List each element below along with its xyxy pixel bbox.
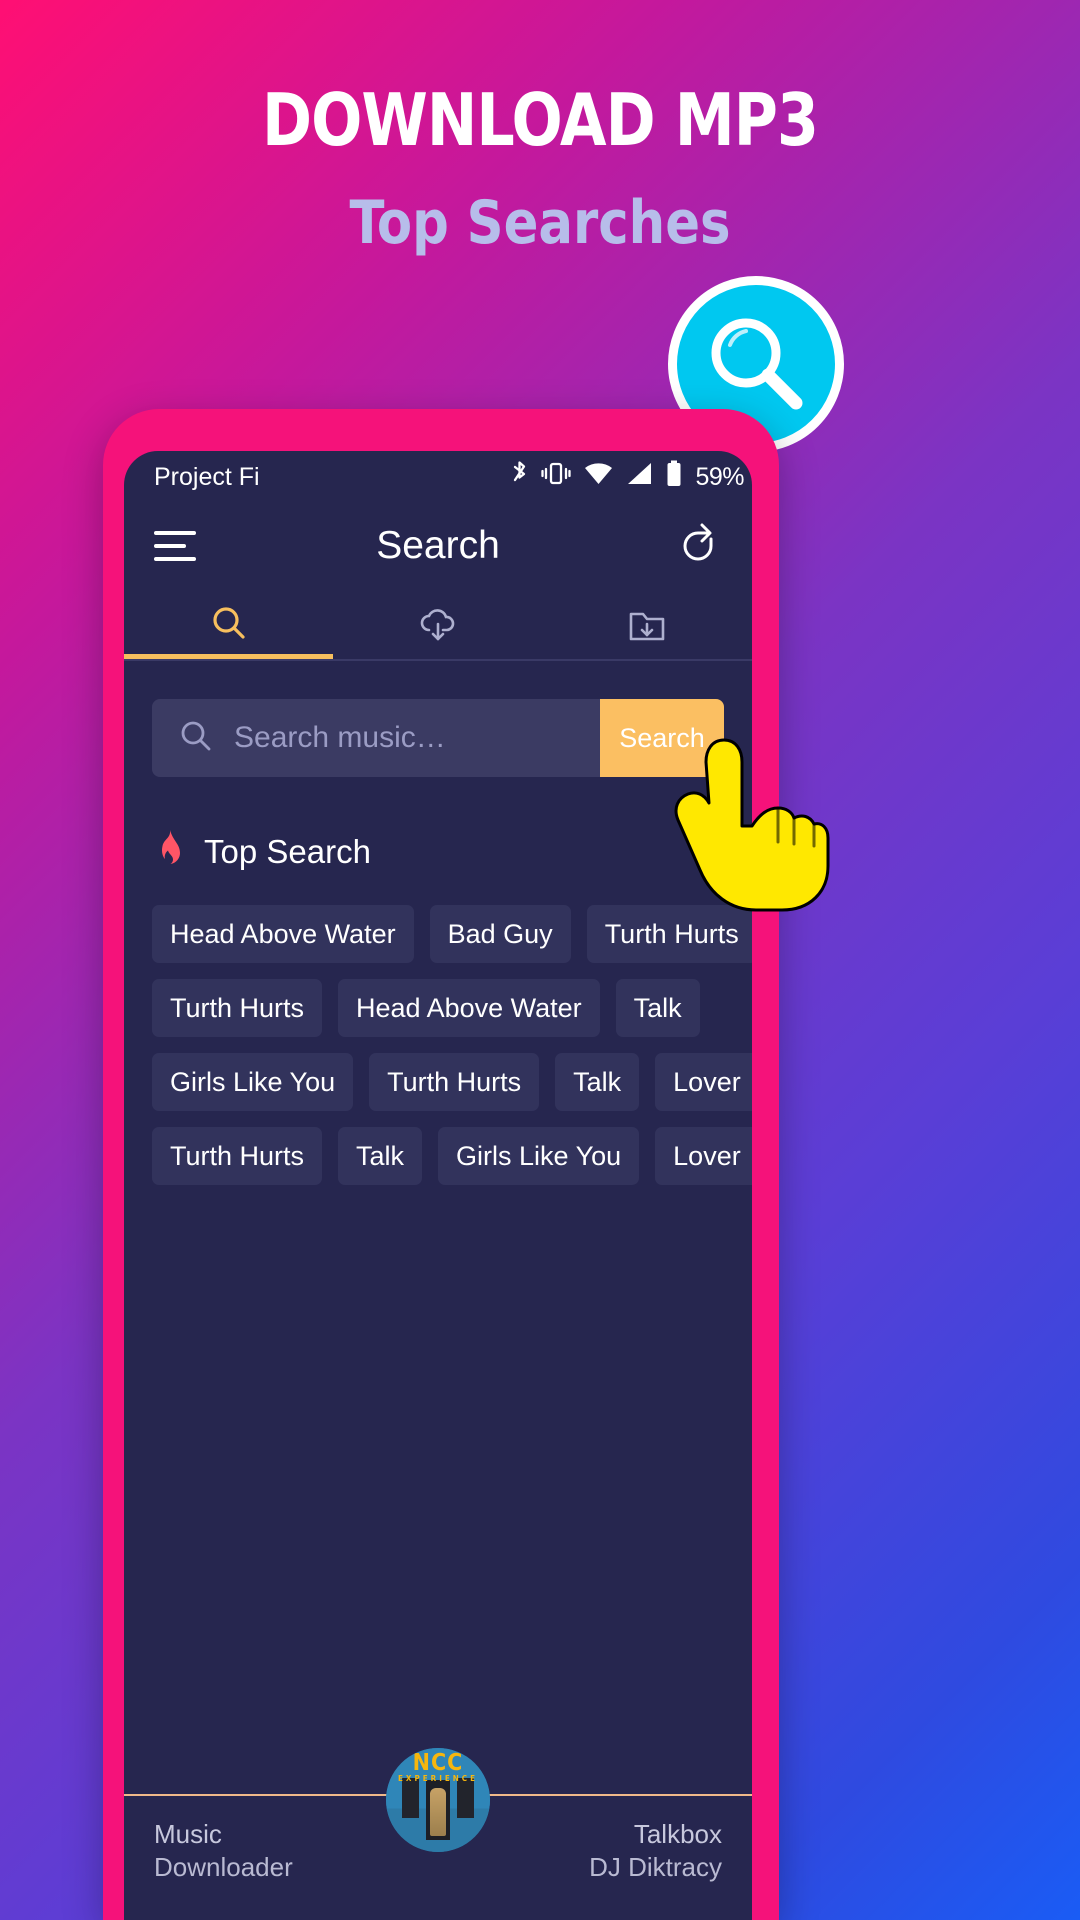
- chip[interactable]: Talk: [338, 1127, 423, 1185]
- battery-percent-label: 59%: [695, 462, 744, 491]
- chip[interactable]: Turth Hurts: [152, 1127, 323, 1185]
- search-row: Search music… Search: [152, 699, 724, 777]
- tab-search[interactable]: [124, 589, 333, 659]
- share-icon[interactable]: [674, 520, 722, 573]
- bluetooth-icon: [511, 460, 528, 494]
- signal-icon: [626, 462, 653, 492]
- tab-downloading[interactable]: [333, 589, 542, 659]
- chip[interactable]: Lover: [655, 1127, 752, 1185]
- carrier-label: Project Fi: [154, 462, 260, 491]
- chip[interactable]: Girls Like You: [152, 1053, 354, 1111]
- page-title: DOWNLOAD MP3: [262, 78, 819, 162]
- chip[interactable]: Lover: [655, 1053, 752, 1111]
- chip-row: Girls Like You Turth Hurts Talk Lover: [152, 1053, 752, 1111]
- flame-icon: [154, 829, 186, 875]
- player-title: Music: [154, 1819, 222, 1849]
- app-bar: Search: [124, 503, 752, 589]
- vibrate-icon: [541, 461, 572, 493]
- chip[interactable]: Turth Hurts: [369, 1053, 540, 1111]
- battery-icon: [666, 460, 682, 494]
- chip[interactable]: Talk: [615, 979, 700, 1037]
- status-bar: Project Fi 59%: [124, 451, 752, 503]
- wifi-icon: [584, 462, 613, 492]
- chip-row: Head Above Water Bad Guy Turth Hurts: [152, 905, 752, 963]
- search-input[interactable]: Search music…: [152, 699, 600, 777]
- chip[interactable]: Bad Guy: [429, 905, 571, 963]
- search-icon: [178, 718, 214, 759]
- app-bar-title: Search: [376, 524, 500, 567]
- page-subtitle: Top Searches: [349, 188, 731, 258]
- top-search-chips: Head Above Water Bad Guy Turth Hurts Tur…: [152, 905, 752, 1185]
- chip-row: Turth Hurts Head Above Water Talk: [152, 979, 724, 1037]
- chip[interactable]: Girls Like You: [438, 1127, 640, 1185]
- tab-downloaded[interactable]: [543, 589, 752, 659]
- player-track-artist: DJ Diktracy: [589, 1851, 722, 1882]
- hamburger-menu-icon[interactable]: [154, 531, 196, 561]
- player-track-title: Talkbox: [633, 1819, 722, 1849]
- album-art-title: NCC EXPERIENCE: [397, 1750, 479, 1783]
- tab-active-indicator: [124, 654, 334, 659]
- hand-pointer-icon: [660, 726, 840, 921]
- chip[interactable]: Turth Hurts: [152, 979, 323, 1037]
- player-left-meta: Music Downloader: [154, 1818, 293, 1883]
- top-search-label: Top Search: [204, 833, 371, 870]
- album-art[interactable]: NCC EXPERIENCE: [386, 1748, 490, 1852]
- tab-bar: [124, 589, 752, 659]
- chip[interactable]: Talk: [555, 1053, 640, 1111]
- chip-row: Turth Hurts Talk Girls Like You Lover: [152, 1127, 752, 1185]
- chip[interactable]: Head Above Water: [152, 905, 414, 963]
- phone-screen: Project Fi 59% Search Search music… Sear…: [124, 451, 752, 1920]
- phone-frame: Project Fi 59% Search Search music… Sear…: [103, 409, 779, 1920]
- player-subtitle: Downloader: [154, 1851, 293, 1882]
- player-right-meta: Talkbox DJ Diktracy: [589, 1818, 722, 1883]
- status-icons: 59%: [511, 460, 744, 494]
- tab-divider: [124, 659, 752, 661]
- player-bar[interactable]: NCC EXPERIENCE Music Downloader Talkbox …: [124, 1748, 752, 1920]
- chip[interactable]: Head Above Water: [338, 979, 600, 1037]
- search-input-placeholder: Search music…: [234, 721, 446, 754]
